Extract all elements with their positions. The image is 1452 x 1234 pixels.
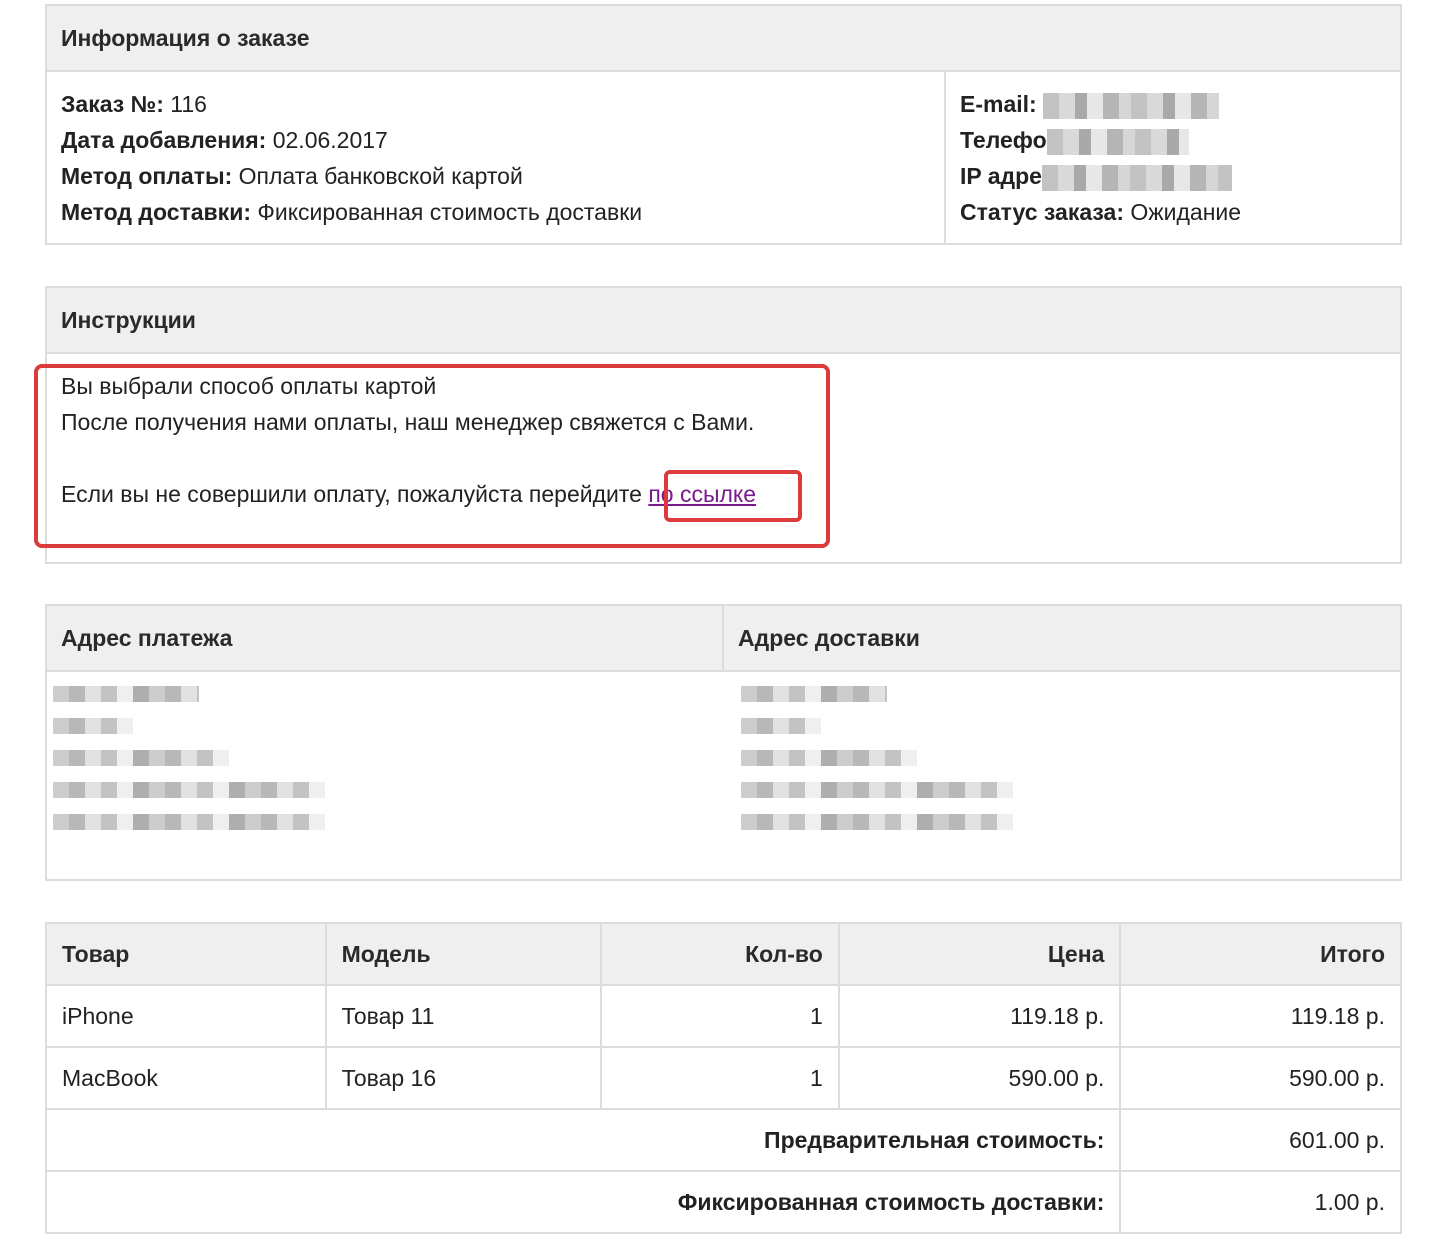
shipping-method-row: Метод доставки: Фиксированная стоимость … [61,194,944,230]
email-row: E-mail: [960,86,1400,122]
payment-address-redacted [53,686,325,846]
payment-method-label: Метод оплаты: [61,163,233,189]
customer-details: E-mail: Телефо IP адре Статус заказа: Ож… [946,72,1400,245]
instructions-title: Инструкции [47,288,1400,354]
instructions-line-3: Если вы не совершили оплату, пожалуйста … [61,476,1400,512]
product-quantity: 1 [600,984,840,1048]
instructions-line-3-text: Если вы не совершили оплату, пожалуйста … [61,481,649,507]
phone-row: Телефо [960,122,1400,158]
order-details: Заказ №: 116 Дата добавления: 02.06.2017… [47,72,946,245]
order-status-row: Статус заказа: Ожидание [960,194,1400,230]
instructions-line-2: После получения нами оплаты, наш менедже… [61,409,755,435]
email-redacted [1043,92,1220,119]
subtotal-row: Предварительная стоимость: 601.00 р. [44,1108,1402,1172]
table-row: MacBook Товар 16 1 590.00 р. 590.00 р. [45,1046,1402,1110]
payment-method-row: Метод оплаты: Оплата банковской картой [61,158,944,194]
order-number-value: 116 [170,91,207,117]
shipping-cost-label: Фиксированная стоимость доставки: [44,1170,1122,1234]
payment-link[interactable]: по ссылке [648,481,756,507]
shipping-cost-row: Фиксированная стоимость доставки: 1.00 р… [44,1170,1402,1234]
email-label: E-mail: [960,91,1037,117]
ip-row: IP адре [960,158,1400,194]
product-name: MacBook [45,1046,327,1110]
payment-address-title: Адрес платежа [47,606,724,670]
shipping-method-value: Фиксированная стоимость доставки [257,199,643,225]
product-name: iPhone [45,984,327,1048]
date-added-row: Дата добавления: 02.06.2017 [61,122,944,158]
instructions-line-1: Вы выбрали способ оплаты картой [61,373,437,399]
order-number-row: Заказ №: 116 [61,86,944,122]
order-status-value: Ожидание [1130,199,1242,225]
product-price: 119.18 р. [837,984,1122,1048]
shipping-address-redacted [741,686,1013,846]
products-header-row: Товар Модель Кол-во Цена Итого [45,922,1402,986]
shipping-method-label: Метод доставки: [61,199,251,225]
ip-redacted [1041,164,1232,191]
product-total: 119.18 р. [1119,984,1402,1048]
product-quantity: 1 [600,1046,840,1110]
payment-method-value: Оплата банковской картой [238,163,523,189]
date-added-value: 02.06.2017 [272,127,388,153]
phone-redacted [1046,128,1189,155]
product-model: Товар 11 [324,984,603,1048]
instructions-card: Инструкции Вы выбрали способ оплаты карт… [45,286,1402,564]
table-row: iPhone Товар 11 1 119.18 р. 119.18 р. [45,984,1402,1048]
column-header-price: Цена [837,922,1122,986]
product-model: Товар 16 [324,1046,603,1110]
column-header-quantity: Кол-во [600,922,840,986]
phone-label: Телефо [960,127,1047,153]
subtotal-label: Предварительная стоимость: [44,1108,1122,1172]
products-table: Товар Модель Кол-во Цена Итого iPhone То… [44,922,1402,1234]
date-added-label: Дата добавления: [61,127,267,153]
instructions-blank [61,440,1400,476]
column-header-model: Модель [324,922,603,986]
order-number-label: Заказ №: [61,91,164,117]
order-status-label: Статус заказа: [960,199,1124,225]
order-info-card: Информация о заказе Заказ №: 116 Дата до… [45,4,1402,245]
shipping-cost-value: 1.00 р. [1119,1170,1402,1234]
column-header-total: Итого [1119,922,1402,986]
addresses-card: Адрес платежа Адрес доставки [45,604,1402,881]
column-header-product: Товар [45,922,327,986]
order-info-title: Информация о заказе [47,6,1400,72]
ip-label: IP адре [960,163,1042,189]
product-total: 590.00 р. [1119,1046,1402,1110]
product-price: 590.00 р. [837,1046,1122,1110]
shipping-address-title: Адрес доставки [738,624,920,651]
subtotal-value: 601.00 р. [1119,1108,1402,1172]
